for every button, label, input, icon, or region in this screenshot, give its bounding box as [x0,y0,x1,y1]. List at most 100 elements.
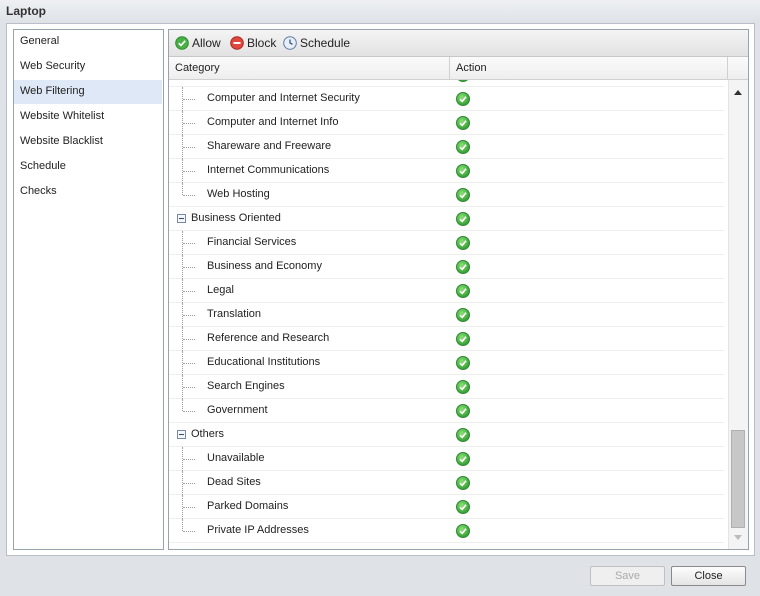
save-button[interactable]: Save [590,566,665,586]
action-cell [450,471,724,495]
allow-check-icon[interactable] [456,452,470,466]
category-label: Computer and Internet Info [207,116,339,128]
action-cell [450,80,724,87]
tree-child-row[interactable]: Parked Domains [169,495,724,519]
tree-child-row[interactable]: Dead Sites [169,471,724,495]
allow-check-icon[interactable] [456,212,470,226]
allow-check-icon[interactable] [456,428,470,442]
scroll-up-arrow-icon[interactable] [734,90,742,95]
tree-connector-branch [183,195,195,196]
allow-check-icon[interactable] [456,140,470,154]
tree-connector-branch [183,171,195,172]
tree-child-row[interactable]: Legal [169,279,724,303]
tree-child-row[interactable]: Shareware and Freeware [169,135,724,159]
sidebar-item-general[interactable]: General [14,30,162,54]
sidebar: General Web Security Web Filtering Website … [13,29,164,550]
sidebar-item-website-whitelist[interactable]: Website Whitelist [14,105,162,129]
sidebar-item-web-security[interactable]: Web Security [14,55,162,79]
sidebar-item-schedule[interactable]: Schedule [14,155,162,179]
tree-child-row[interactable]: Business and Economy [169,255,724,279]
allow-label: Allow [192,36,221,50]
tree-child-row[interactable]: Private IP Addresses [169,519,724,543]
allow-check-icon[interactable] [456,80,470,82]
tree-connector-branch [183,243,195,244]
tree-group-row[interactable]: Business Oriented [169,207,724,231]
tree-child-row[interactable]: Computer and Internet Security [169,87,724,111]
vertical-scrollbar[interactable] [728,80,748,549]
action-cell [450,519,724,543]
allow-check-icon[interactable] [456,380,470,394]
allow-check-icon[interactable] [456,524,470,538]
category-cell: Government [169,399,450,423]
allow-check-icon[interactable] [456,260,470,274]
web-filtering-panel: Allow Block Schedule Category Action Com… [168,29,749,550]
scroll-thumb[interactable] [731,430,745,528]
allow-check-icon[interactable] [456,92,470,106]
close-button[interactable]: Close [671,566,746,586]
category-label: Reference and Research [207,332,330,344]
sidebar-item-website-blacklist[interactable]: Website Blacklist [14,130,162,154]
allow-check-icon[interactable] [456,500,470,514]
tree-child-row[interactable]: Financial Services [169,231,724,255]
action-column-header[interactable]: Action [450,57,728,79]
category-cell: Computer and Internet Security [169,87,450,111]
tree-group-row[interactable]: Others [169,423,724,447]
category-label: Parked Domains [207,500,289,512]
tree-child-row[interactable]: Educational Institutions [169,351,724,375]
category-cell: Dead Sites [169,471,450,495]
clock-icon [283,36,297,50]
tree-child-row[interactable]: Computer and Internet Info [169,111,724,135]
action-cell [450,399,724,423]
action-cell [450,207,724,231]
tree-connector-branch [183,123,195,124]
tree-connector-branch [183,387,195,388]
category-column-header[interactable]: Category [169,57,450,79]
scroll-down-arrow-icon[interactable] [734,535,742,540]
collapse-toggle-icon[interactable] [177,214,186,223]
allow-check-icon[interactable] [456,404,470,418]
allow-check-icon [175,36,189,50]
allow-check-icon[interactable] [456,476,470,490]
allow-check-icon[interactable] [456,236,470,250]
tree-group-row[interactable]: IT Resources [169,80,724,87]
tree-connector-line [182,183,183,195]
tree-connector-line [182,399,183,411]
collapse-toggle-icon[interactable] [177,430,186,439]
tree-child-row[interactable]: Web Hosting [169,183,724,207]
category-cell: Business and Economy [169,255,450,279]
action-cell [450,495,724,519]
grid-header: Category Action [169,57,748,80]
allow-check-icon[interactable] [456,164,470,178]
action-cell [450,111,724,135]
category-grid: IT Resources Computer and Internet Securi… [169,80,728,549]
tree-connector-branch [183,267,195,268]
category-label: Translation [207,308,262,320]
allow-check-icon[interactable] [456,356,470,370]
category-cell: Translation [169,303,450,327]
tree-connector-branch [183,339,195,340]
allow-check-icon[interactable] [456,308,470,322]
category-label: Educational Institutions [207,356,321,368]
tree-connector-branch [183,531,195,532]
allow-check-icon[interactable] [456,284,470,298]
category-cell: Shareware and Freeware [169,135,450,159]
category-cell: Unavailable [169,447,450,471]
tree-connector-line [182,519,183,531]
tree-child-row[interactable]: Government [169,399,724,423]
sidebar-item-checks[interactable]: Checks [14,180,162,204]
group-label: IT Resources [191,80,256,86]
allow-check-icon[interactable] [456,332,470,346]
group-label: Business Oriented [191,212,281,224]
tree-child-row[interactable]: Search Engines [169,375,724,399]
category-label: Government [207,404,268,416]
tree-child-row[interactable]: Reference and Research [169,327,724,351]
allow-check-icon[interactable] [456,116,470,130]
sidebar-item-web-filtering[interactable]: Web Filtering [14,80,162,104]
tree-child-row[interactable]: Unavailable [169,447,724,471]
action-cell [450,327,724,351]
tree-child-row[interactable]: Internet Communications [169,159,724,183]
tree-child-row[interactable]: Translation [169,303,724,327]
action-cell [450,423,724,447]
category-cell: Internet Communications [169,159,450,183]
allow-check-icon[interactable] [456,188,470,202]
